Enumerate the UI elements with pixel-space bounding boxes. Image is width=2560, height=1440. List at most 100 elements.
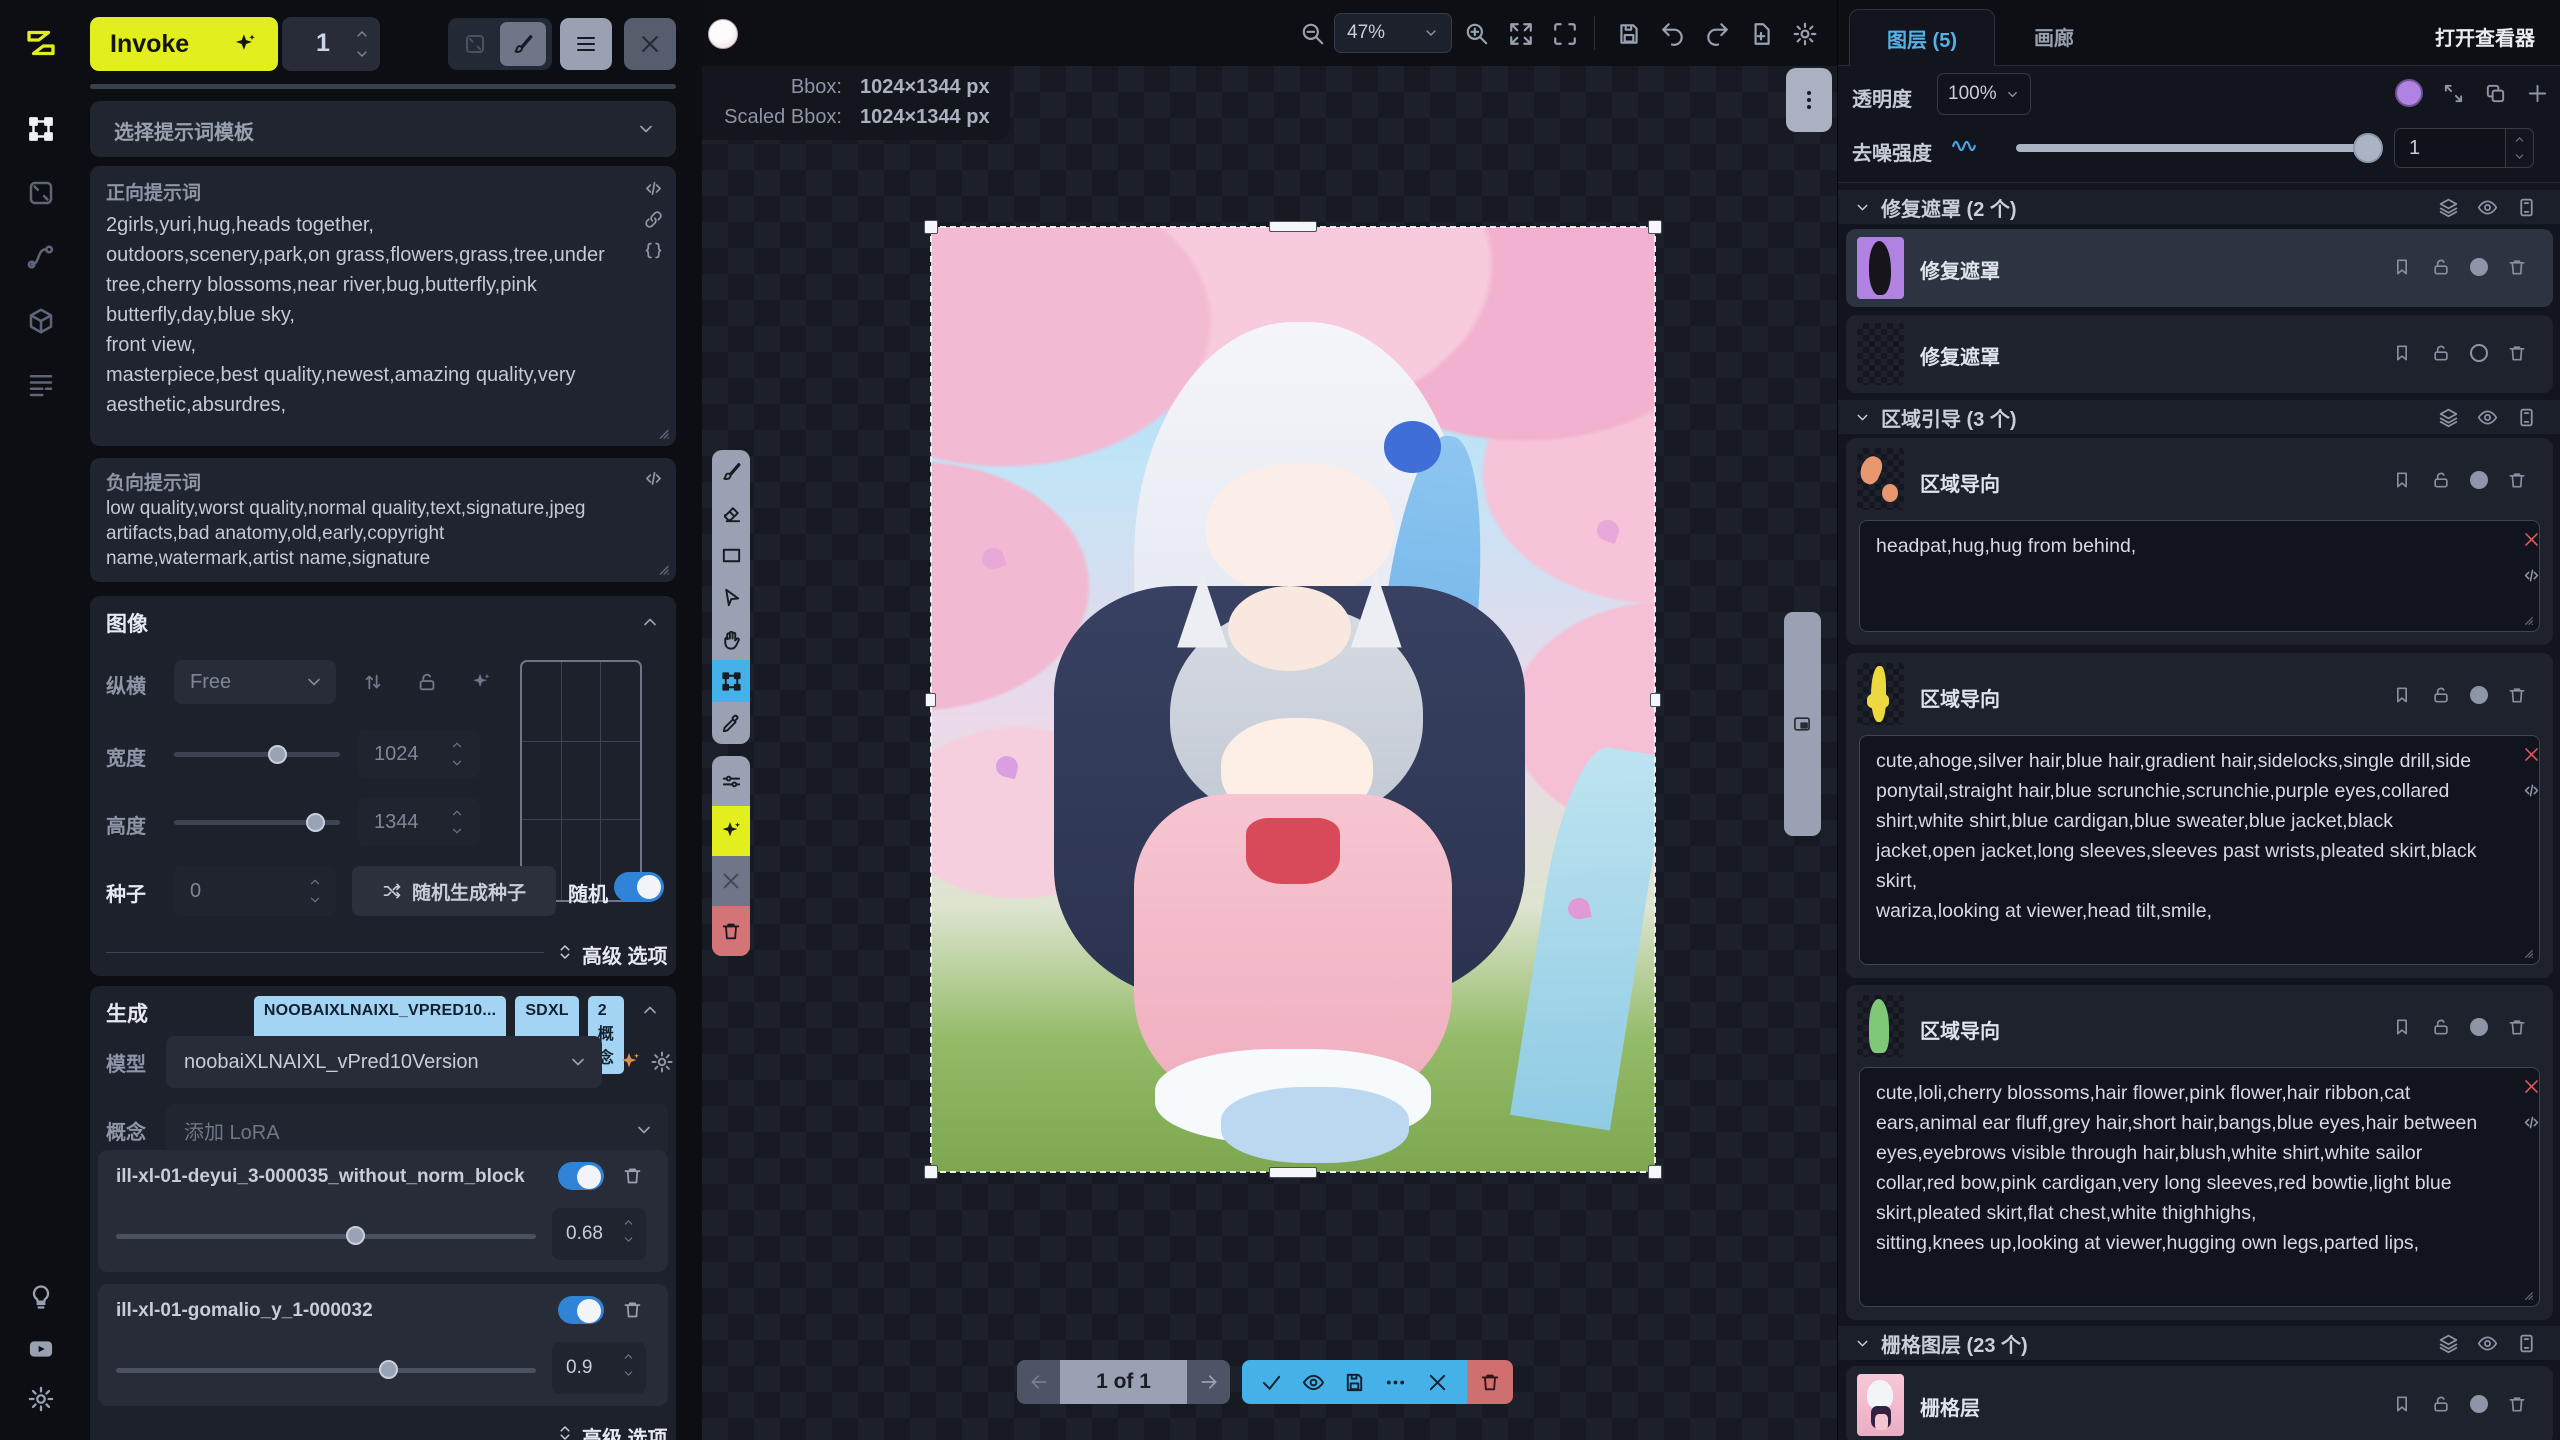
bookmark-icon[interactable] <box>2392 343 2412 363</box>
zoom-in-icon[interactable] <box>1464 21 1490 47</box>
eraser-tool[interactable] <box>712 492 750 534</box>
expand-advanced-icon[interactable] <box>556 1424 574 1440</box>
delete-button[interactable] <box>712 906 750 956</box>
discard-icon[interactable] <box>1426 1371 1449 1394</box>
trash-icon[interactable] <box>2507 257 2527 277</box>
stepper-down-icon[interactable] <box>2513 150 2526 163</box>
selection-handle-nw[interactable] <box>924 220 938 234</box>
brush-color-swatch[interactable] <box>708 19 738 49</box>
random-seed-button[interactable]: 随机生成种子 <box>352 866 556 916</box>
width-slider-knob[interactable] <box>268 745 287 764</box>
brush-tool[interactable] <box>712 450 750 492</box>
layer-color-icon[interactable] <box>2470 686 2488 704</box>
section-inpaint-masks[interactable]: 修复遮罩 (2 个) <box>1838 190 2560 224</box>
layer-color-icon[interactable] <box>2470 1395 2488 1413</box>
stepper-up-icon[interactable] <box>622 1350 635 1363</box>
lock-aspect-icon[interactable] <box>416 671 438 693</box>
regional-prompt-input[interactable]: headpat,hug,hug from behind, <box>1859 520 2540 632</box>
stepper-down-icon[interactable] <box>622 1367 635 1380</box>
remove-prompt-icon[interactable] <box>2522 1077 2541 1096</box>
width-slider[interactable] <box>174 752 340 757</box>
merge-layers-icon[interactable] <box>2438 197 2459 218</box>
resize-grip-icon[interactable] <box>2519 1286 2535 1302</box>
trash-icon[interactable] <box>2507 1017 2527 1037</box>
canvas-context-menu-button[interactable] <box>1786 68 1832 132</box>
lora-weight-knob[interactable] <box>379 1360 398 1379</box>
settings-icon[interactable] <box>22 1380 60 1418</box>
stepper-down-icon[interactable] <box>308 893 322 907</box>
bbox-tool[interactable] <box>712 660 750 702</box>
stepper-down-icon[interactable] <box>450 756 464 770</box>
canvas-mode-button[interactable] <box>500 22 546 66</box>
close-panel-button[interactable] <box>624 18 676 70</box>
remove-prompt-icon[interactable] <box>2522 745 2541 764</box>
trash-icon[interactable] <box>2507 470 2527 490</box>
filter-button[interactable] <box>712 756 750 806</box>
stepper-down-icon[interactable] <box>354 46 370 62</box>
lock-icon[interactable] <box>2431 685 2451 705</box>
add-layer-icon[interactable] <box>2526 82 2549 105</box>
layer-row-regional-1[interactable]: 区域导向 headpat,hug,hug from behind, <box>1846 438 2553 645</box>
stepper-up-icon[interactable] <box>622 1216 635 1229</box>
layer-color-icon[interactable] <box>2470 344 2488 362</box>
stepper-up-icon[interactable] <box>2513 133 2526 146</box>
next-image-button[interactable] <box>1187 1360 1230 1404</box>
resize-grip-icon[interactable] <box>653 423 671 441</box>
menu-button[interactable] <box>560 18 612 70</box>
stepper-down-icon[interactable] <box>450 824 464 838</box>
stepper-down-icon[interactable] <box>622 1233 635 1246</box>
advanced-options-label[interactable]: 高级 选项 <box>582 940 668 969</box>
bookmark-icon[interactable] <box>2392 685 2412 705</box>
discard-all-button[interactable] <box>1467 1360 1513 1404</box>
collapse-icon[interactable] <box>640 1000 660 1020</box>
random-seed-toggle[interactable] <box>614 872 664 902</box>
expand-advanced-icon[interactable] <box>556 943 574 961</box>
height-slider-knob[interactable] <box>306 813 325 832</box>
layer-color-swatch[interactable] <box>2395 79 2423 107</box>
panel-icon[interactable] <box>2516 407 2537 428</box>
lora-delete-icon[interactable] <box>622 1165 643 1186</box>
tab-layers[interactable]: 图层 (5) <box>1849 9 1995 66</box>
bookmark-icon[interactable] <box>2392 470 2412 490</box>
move-tool[interactable] <box>712 576 750 618</box>
layer-color-icon[interactable] <box>2470 471 2488 489</box>
swap-dimensions-icon[interactable] <box>362 671 384 693</box>
open-viewer-link[interactable]: 打开查看器 <box>2435 22 2535 51</box>
lora-delete-icon[interactable] <box>622 1299 643 1320</box>
layer-row-regional-3[interactable]: 区域导向 cute,loli,cherry blossoms,hair flow… <box>1846 985 2553 1320</box>
nav-queue-icon[interactable] <box>22 366 60 404</box>
lora-weight-knob[interactable] <box>346 1226 365 1245</box>
selection-handle-n[interactable] <box>1269 221 1317 232</box>
bookmark-icon[interactable] <box>2392 1394 2412 1414</box>
nav-workflows-icon[interactable] <box>22 238 60 276</box>
denoise-slider[interactable] <box>2016 144 2372 152</box>
lock-icon[interactable] <box>2431 1017 2451 1037</box>
layer-row-inpaint-1[interactable]: 修复遮罩 <box>1846 229 2553 307</box>
merge-layers-icon[interactable] <box>2438 407 2459 428</box>
selection-handle-se[interactable] <box>1648 1165 1662 1179</box>
more-options-icon[interactable] <box>1384 1371 1407 1394</box>
stepper-up-icon[interactable] <box>354 26 370 42</box>
code-icon[interactable] <box>2522 781 2541 800</box>
iterations-stepper[interactable]: 1 <box>282 17 380 71</box>
denoise-input[interactable]: 1 <box>2394 128 2506 168</box>
pan-tool[interactable] <box>712 618 750 660</box>
model-select[interactable]: noobaiXLNAIXL_vPred10Version <box>166 1036 602 1088</box>
tab-gallery[interactable]: 画廊 <box>2034 22 2074 51</box>
link-icon[interactable] <box>643 209 664 230</box>
visibility-icon[interactable] <box>2477 407 2498 428</box>
layer-color-icon[interactable] <box>2470 1018 2488 1036</box>
lora-enabled-toggle[interactable] <box>558 1162 604 1190</box>
save-icon[interactable] <box>1343 1371 1366 1394</box>
generated-image-selection[interactable] <box>931 227 1655 1172</box>
optimize-size-icon[interactable] <box>470 671 492 693</box>
lock-icon[interactable] <box>2431 343 2451 363</box>
bookmark-icon[interactable] <box>2392 1017 2412 1037</box>
model-settings-icon[interactable] <box>650 1050 674 1074</box>
trash-icon[interactable] <box>2507 343 2527 363</box>
nav-upscale-icon[interactable] <box>22 174 60 212</box>
visibility-icon[interactable] <box>2477 1333 2498 1354</box>
code-icon[interactable] <box>2522 1113 2541 1132</box>
lora-weight-slider[interactable] <box>116 1368 536 1373</box>
resize-grip-icon[interactable] <box>2519 611 2535 627</box>
